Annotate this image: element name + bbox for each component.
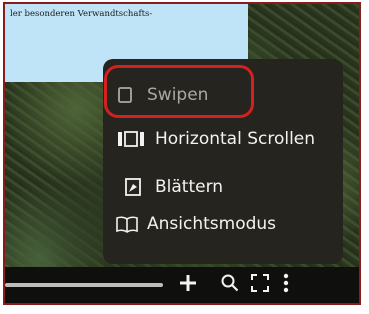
plus-icon: [178, 273, 198, 297]
fullscreen-button[interactable]: [249, 273, 271, 297]
zoom-in-button[interactable]: [177, 273, 199, 297]
horizontal-scroll-icon: [117, 127, 145, 151]
search-button[interactable]: [219, 273, 241, 297]
page-flip-icon: [121, 175, 145, 199]
menu-item-label: Horizontal Scrollen: [155, 129, 316, 149]
fullscreen-icon: [250, 273, 270, 297]
annotation-highlight-circle: [104, 65, 254, 118]
more-options-button[interactable]: [275, 273, 297, 297]
document-text: ler besonderen Verwandtschafts-: [10, 9, 153, 19]
zoom-slider[interactable]: [5, 283, 163, 287]
screenshot-frame: ler besonderen Verwandtschafts- Swipen H…: [3, 2, 361, 305]
search-icon: [220, 273, 240, 297]
menu-item-blaettern[interactable]: Blättern: [121, 169, 359, 205]
open-book-icon: [115, 212, 139, 236]
vertical-dots-icon: [282, 273, 290, 297]
menu-item-label: Blättern: [155, 177, 224, 197]
bottom-toolbar: [5, 267, 359, 303]
menu-item-horizontal-scrollen[interactable]: Horizontal Scrollen: [117, 121, 357, 157]
menu-item-label: Ansichtsmodus: [147, 214, 277, 234]
menu-item-ansichtsmodus[interactable]: Ansichtsmodus: [115, 206, 355, 242]
